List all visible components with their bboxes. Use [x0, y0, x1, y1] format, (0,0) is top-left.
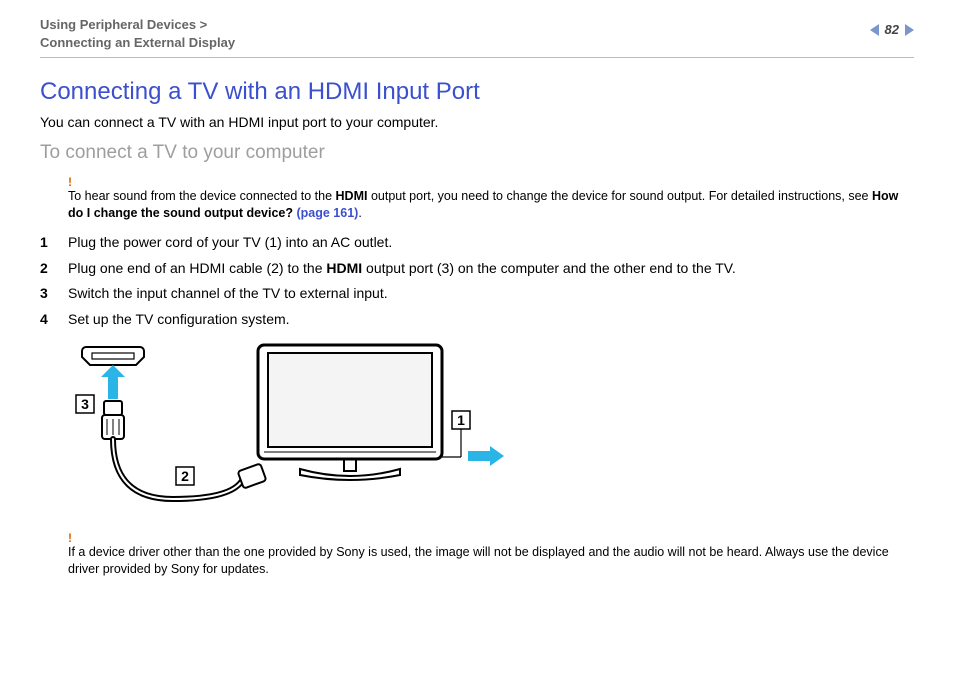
diagram-svg: 3 2: [68, 339, 508, 519]
label-3: 3: [76, 395, 94, 413]
label-1: 1: [452, 411, 470, 429]
arrow-into-port-icon: [101, 365, 125, 399]
page-title: Connecting a TV with an HDMI Input Port: [40, 78, 914, 106]
connection-diagram: 3 2: [68, 339, 914, 524]
arrow-to-outlet-icon: [468, 446, 504, 466]
step-text: Switch the input channel of the TV to ex…: [68, 283, 388, 305]
note-hdmi: HDMI: [336, 189, 368, 203]
step-4: 4 Set up the TV configuration system.: [40, 309, 914, 331]
warning-icon: !: [68, 530, 914, 546]
next-page-icon[interactable]: [905, 24, 914, 36]
svg-text:2: 2: [181, 468, 189, 484]
svg-text:3: 3: [81, 396, 89, 412]
step-1: 1 Plug the power cord of your TV (1) int…: [40, 232, 914, 254]
note-device-driver: ! If a device driver other than the one …: [68, 530, 914, 578]
note-text: If a device driver other than the one pr…: [68, 545, 889, 576]
prev-page-icon[interactable]: [870, 24, 879, 36]
step-number: 4: [40, 309, 54, 331]
steps-list: 1 Plug the power cord of your TV (1) int…: [40, 232, 914, 331]
step-3: 3 Switch the input channel of the TV to …: [40, 283, 914, 305]
step-text-pre: Plug one end of an HDMI cable (2) to the: [68, 260, 326, 276]
note-page-link[interactable]: (page 161): [296, 206, 358, 220]
hdmi-port-icon: [82, 347, 144, 365]
step-text: Plug one end of an HDMI cable (2) to the…: [68, 258, 736, 280]
page-nav: 82: [870, 22, 914, 37]
step-number: 1: [40, 232, 54, 254]
breadcrumb: Using Peripheral Devices > Connecting an…: [40, 16, 235, 51]
note-tail: .: [358, 206, 361, 220]
step-text-post: output port (3) on the computer and the …: [362, 260, 736, 276]
step-text: Set up the TV configuration system.: [68, 309, 290, 331]
page-header: Using Peripheral Devices > Connecting an…: [40, 16, 914, 58]
page-number: 82: [885, 22, 899, 37]
page: Using Peripheral Devices > Connecting an…: [0, 0, 954, 674]
breadcrumb-line2: Connecting an External Display: [40, 35, 235, 50]
label-2: 2: [176, 467, 194, 485]
svg-text:1: 1: [457, 412, 465, 428]
step-text: Plug the power cord of your TV (1) into …: [68, 232, 392, 254]
note-sound-output: ! To hear sound from the device connecte…: [68, 174, 914, 222]
intro-text: You can connect a TV with an HDMI input …: [40, 114, 914, 130]
note-text-pre: To hear sound from the device connected …: [68, 189, 336, 203]
section-subtitle: To connect a TV to your computer: [40, 142, 914, 164]
hdmi-connector-icon: [102, 401, 124, 439]
warning-icon: !: [68, 174, 914, 190]
step-number: 3: [40, 283, 54, 305]
note-text-mid: output port, you need to change the devi…: [367, 189, 872, 203]
tv-icon: [258, 345, 442, 480]
step-number: 2: [40, 258, 54, 280]
step-text-strong: HDMI: [326, 260, 362, 276]
step-2: 2 Plug one end of an HDMI cable (2) to t…: [40, 258, 914, 280]
breadcrumb-line1: Using Peripheral Devices >: [40, 17, 207, 32]
